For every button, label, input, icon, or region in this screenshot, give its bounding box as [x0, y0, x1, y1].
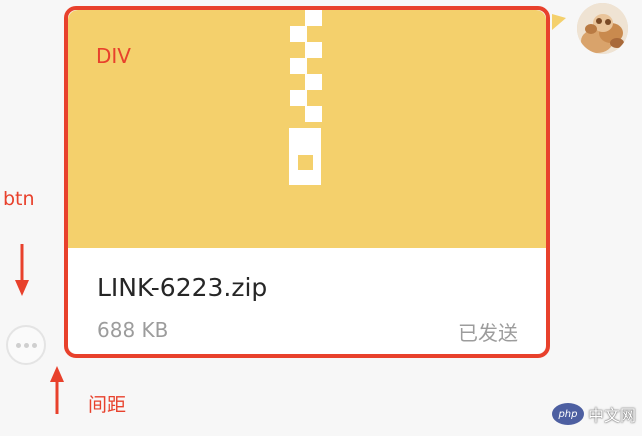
- file-message-card[interactable]: LINK-6223.zip 688 KB 已发送: [68, 10, 546, 354]
- annotation-btn-label: btn: [3, 188, 35, 210]
- avatar[interactable]: [577, 3, 628, 54]
- arrow-up-icon: [50, 366, 64, 414]
- file-size: 688 KB: [97, 318, 169, 342]
- annotation-div-label: DIV: [96, 44, 131, 68]
- watermark-text: 中文网: [587, 406, 636, 425]
- zip-file-preview: [68, 10, 546, 248]
- file-name: LINK-6223.zip: [97, 273, 268, 302]
- arrow-down-icon: [15, 244, 29, 296]
- sent-status: 已发送: [458, 321, 518, 345]
- avatar-image: [577, 3, 628, 54]
- watermark: php 中文网: [551, 402, 636, 426]
- more-button[interactable]: [6, 325, 46, 365]
- annotation-gap-label: 间距: [88, 394, 127, 416]
- ellipsis-icon: [15, 342, 21, 348]
- php-logo: php: [551, 403, 584, 425]
- bubble-tail: [552, 14, 566, 30]
- zipper-pull-icon: [289, 128, 321, 185]
